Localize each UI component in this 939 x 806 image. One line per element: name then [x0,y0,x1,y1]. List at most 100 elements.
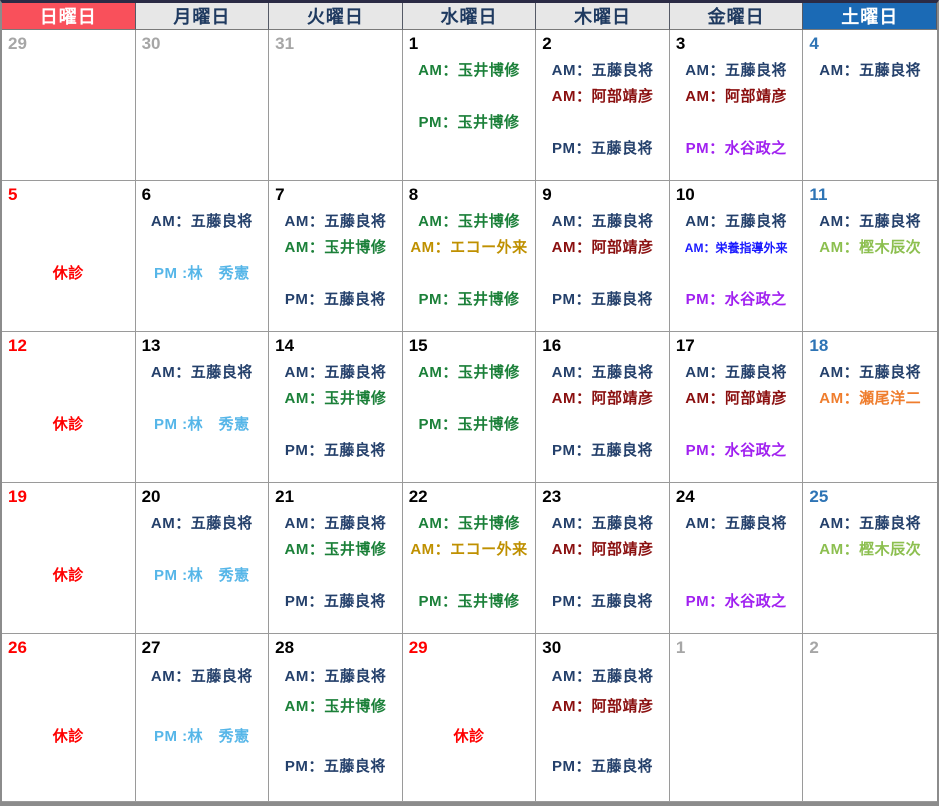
empty-line [403,84,536,110]
schedule-lines: AM：玉井博修 PM：玉井博修 [403,360,536,438]
closed-label: 休診 [403,722,536,752]
empty-line [136,537,269,563]
schedule-lines: AM：五藤良将AM：阿部靖彦 PM：水谷政之 [670,58,803,162]
empty-line [136,692,269,722]
schedule-entry: AM：阿部靖彦 [536,235,669,261]
schedule-entry: AM：玉井博修 [269,235,402,261]
empty-line [670,261,803,287]
day-number: 31 [269,30,402,55]
empty-line [403,261,536,287]
schedule-lines: AM：五藤良将AM：阿部靖彦 PM：五藤良将 [536,360,669,464]
schedule-entry: AM：五藤良将 [536,511,669,537]
schedule-lines: AM：玉井博修 PM：玉井博修 [403,58,536,136]
day-number: 30 [536,634,669,659]
schedule-lines: AM：五藤良将AM：玉井博修 PM：五藤良将 [269,360,402,464]
closed-label: 休診 [2,412,135,438]
schedule-lines: AM：五藤良将 PM：水谷政之 [670,511,803,615]
empty-line [536,261,669,287]
schedule-lines: AM：五藤良将AM：阿部靖彦 PM：五藤良将 [536,511,669,615]
schedule-entry: AM：栄養指導外来 [670,235,803,261]
empty-line [2,235,135,261]
day-cell: 28AM：五藤良将AM：玉井博修 PM：五藤良将 [269,634,403,802]
day-number: 10 [670,181,803,206]
schedule-entry: PM：五藤良将 [536,287,669,313]
empty-line [269,563,402,589]
empty-line [2,360,135,386]
empty-line [2,209,135,235]
empty-line [403,563,536,589]
schedule-entry: AM：瀬尾洋二 [803,386,937,412]
day-cell: 24AM：五藤良将 PM：水谷政之 [670,483,804,634]
schedule-lines: AM：五藤良将AM：樫木辰次 [803,511,937,563]
weekday-header-monday: 月曜日 [136,3,270,30]
day-cell: 5 休診 [2,181,136,332]
schedule-lines: AM：玉井博修AM：エコー外来 PM：玉井博修 [403,511,536,615]
day-number: 14 [269,332,402,357]
day-cell: 22AM：玉井博修AM：エコー外来 PM：玉井博修 [403,483,537,634]
schedule-entry: PM：玉井博修 [403,287,536,313]
schedule-entry: AM：阿部靖彦 [536,692,669,722]
schedule-lines: AM：五藤良将AM：樫木辰次 [803,209,937,261]
day-cell: 2 [803,634,937,802]
day-cell: 10AM：五藤良将AM：栄養指導外来 PM：水谷政之 [670,181,804,332]
schedule-lines: AM：五藤良将AM：玉井博修 PM：五藤良将 [269,209,402,313]
day-cell: 7 AM：五藤良将AM：玉井博修 PM：五藤良将 [269,181,403,332]
empty-line [136,386,269,412]
schedule-entry: AM：五藤良将 [536,360,669,386]
schedule-lines: AM：五藤良将AM：瀬尾洋二 [803,360,937,412]
schedule-entry: PM：五藤良将 [269,287,402,313]
day-number: 26 [2,634,135,659]
schedule-lines: 休診 [403,662,536,752]
schedule-entry: PM :林 秀憲 [136,261,269,287]
schedule-entry: AM：阿部靖彦 [536,537,669,563]
day-number: 15 [403,332,536,357]
schedule-lines: AM：五藤良将 PM :林 秀憲 [136,360,269,438]
schedule-entry: PM：玉井博修 [403,412,536,438]
day-number: 4 [803,30,937,55]
schedule-entry: PM：五藤良将 [536,136,669,162]
day-cell: 3AM：五藤良将AM：阿部靖彦 PM：水谷政之 [670,30,804,181]
schedule-entry: AM：五藤良将 [136,360,269,386]
closed-label: 休診 [2,563,135,589]
schedule-lines: AM：五藤良将AM：阿部靖彦 PM：水谷政之 [670,360,803,464]
empty-line [670,537,803,563]
day-number: 29 [403,634,536,659]
schedule-lines: AM：五藤良将 PM :林 秀憲 [136,209,269,287]
day-number: 9 [536,181,669,206]
day-cell: 1AM：玉井博修 PM：玉井博修 [403,30,537,181]
schedule-entry: AM：五藤良将 [536,662,669,692]
day-number: 13 [136,332,269,357]
day-number: 2 [536,30,669,55]
schedule-entry: AM：阿部靖彦 [670,386,803,412]
schedule-entry: AM：玉井博修 [269,537,402,563]
empty-line [536,110,669,136]
day-cell: 30AM：五藤良将AM：阿部靖彦 PM：五藤良将 [536,634,670,802]
schedule-entry: AM：玉井博修 [403,58,536,84]
day-cell: 29 休診 [403,634,537,802]
schedule-entry: AM：五藤良将 [803,58,937,84]
schedule-entry: AM：阿部靖彦 [670,84,803,110]
schedule-lines: 休診 [2,662,135,752]
schedule-entry: AM：樫木辰次 [803,235,937,261]
weekday-header-wednesday: 水曜日 [403,3,537,30]
empty-line [269,722,402,752]
schedule-entry: PM :林 秀憲 [136,563,269,589]
day-cell: 8AM：玉井博修AM：エコー外来 PM：玉井博修 [403,181,537,332]
day-number: 7 [269,181,402,206]
schedule-entry: AM：五藤良将 [670,511,803,537]
schedule-entry: AM：五藤良将 [803,360,937,386]
empty-line [403,386,536,412]
schedule-entry: PM：玉井博修 [403,589,536,615]
day-cell: 20AM：五藤良将 PM :林 秀憲 [136,483,270,634]
schedule-entry: AM：五藤良将 [136,209,269,235]
schedule-lines: AM：五藤良将AM：阿部靖彦 PM：五藤良将 [536,209,669,313]
day-number: 11 [803,181,937,206]
schedule-lines: AM：五藤良将 PM :林 秀憲 [136,662,269,752]
weekday-header-friday: 金曜日 [670,3,804,30]
empty-line [670,412,803,438]
day-number: 12 [2,332,135,357]
schedule-entry: PM：五藤良将 [536,438,669,464]
empty-line [2,511,135,537]
schedule-entry: AM：五藤良将 [803,209,937,235]
day-cell: 11 AM：五藤良将AM：樫木辰次 [803,181,937,332]
